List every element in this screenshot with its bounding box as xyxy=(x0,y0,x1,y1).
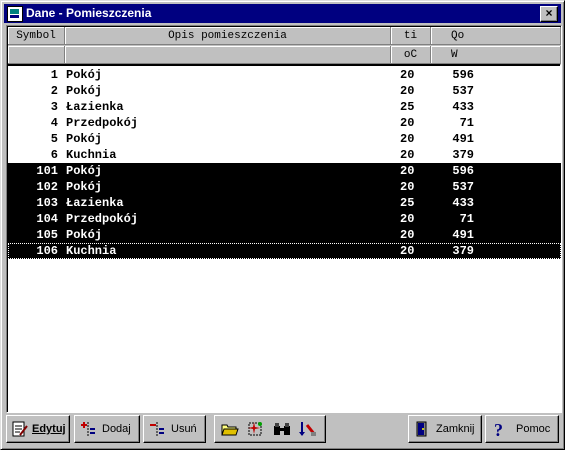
tools-group xyxy=(214,415,326,443)
cell-opis: Przedpokój xyxy=(66,212,139,226)
grid-rows: 1 Pokój 20 596 2 Pokój 20 537 3 Łazienka 25 433 4 Prz… xyxy=(8,67,561,259)
header-qo[interactable]: Qo xyxy=(431,27,561,45)
table-row[interactable]: 106 Kuchnia 20 379 xyxy=(8,243,561,259)
header-symbol[interactable]: Symbol xyxy=(8,27,65,45)
header-ti-unit: oC xyxy=(391,46,431,64)
cell-symbol: 6 xyxy=(50,148,58,162)
cell-qo: 537 xyxy=(452,180,474,194)
cell-qo: 71 xyxy=(459,212,474,226)
table-row[interactable]: 101 Pokój 20 596 xyxy=(8,163,561,179)
cell-symbol: 105 xyxy=(36,228,58,242)
cell-opis: Pokój xyxy=(66,68,103,82)
cell-ti: 25 xyxy=(400,100,415,114)
cell-opis: Łazienka xyxy=(66,196,124,210)
header-qo-unit: W xyxy=(431,46,561,64)
table-row[interactable]: 2 Pokój 20 537 xyxy=(8,83,561,99)
cell-opis: Kuchnia xyxy=(66,244,117,258)
cell-opis: Pokój xyxy=(66,228,103,242)
cell-symbol: 2 xyxy=(50,84,58,98)
edit-icon xyxy=(12,421,28,437)
header-ti[interactable]: ti xyxy=(391,27,431,45)
window-title: Dane - Pomieszczenia xyxy=(26,6,152,20)
cell-qo: 596 xyxy=(452,164,474,178)
bottom-toolbar: Edytuj Dodaj Usuń Zamknij ? Pomoc xyxy=(4,414,561,446)
table-row[interactable]: 5 Pokój 20 491 xyxy=(8,131,561,147)
zamknij-button[interactable]: Zamknij xyxy=(408,415,482,443)
cell-symbol: 102 xyxy=(36,180,58,194)
table-row[interactable]: 4 Przedpokój 20 71 xyxy=(8,115,561,131)
sort-icon[interactable] xyxy=(298,420,318,438)
cell-qo: 596 xyxy=(452,68,474,82)
cell-ti: 20 xyxy=(400,180,415,194)
usun-button[interactable]: Usuń xyxy=(143,415,206,443)
cell-symbol: 4 xyxy=(50,116,58,130)
open-folder-icon[interactable] xyxy=(220,420,240,438)
table-row[interactable]: 105 Pokój 20 491 xyxy=(8,227,561,243)
cell-ti: 20 xyxy=(400,244,415,258)
cell-ti: 20 xyxy=(400,116,415,130)
close-button[interactable]: × xyxy=(540,6,558,22)
delete-icon xyxy=(150,422,164,436)
cell-ti: 20 xyxy=(400,68,415,82)
table-row[interactable]: 6 Kuchnia 20 379 xyxy=(8,147,561,163)
cell-qo: 379 xyxy=(452,148,474,162)
add-icon xyxy=(81,422,95,436)
table-row[interactable]: 103 Łazienka 25 433 xyxy=(8,195,561,211)
pomoc-button[interactable]: ? Pomoc xyxy=(485,415,559,443)
header-symbol-unit xyxy=(8,46,65,64)
cell-symbol: 103 xyxy=(36,196,58,210)
cell-opis: Pokój xyxy=(66,180,103,194)
cell-symbol: 5 xyxy=(50,132,58,146)
edytuj-button[interactable]: Edytuj xyxy=(6,415,70,443)
cell-opis: Pokój xyxy=(66,164,103,178)
cell-ti: 20 xyxy=(400,212,415,226)
grid-header: Symbol Opis pomieszczenia ti Qo oC W xyxy=(8,27,561,65)
cell-opis: Pokój xyxy=(66,84,103,98)
cell-qo: 433 xyxy=(452,196,474,210)
cell-qo: 379 xyxy=(452,244,474,258)
header-divider xyxy=(7,64,560,66)
cell-qo: 433 xyxy=(452,100,474,114)
dodaj-button[interactable]: Dodaj xyxy=(74,415,140,443)
header-opis-unit xyxy=(65,46,391,64)
svg-text:?: ? xyxy=(494,420,503,438)
cell-ti: 25 xyxy=(400,196,415,210)
cell-ti: 20 xyxy=(400,132,415,146)
header-opis[interactable]: Opis pomieszczenia xyxy=(65,27,391,45)
rooms-grid[interactable]: Symbol Opis pomieszczenia ti Qo oC W 1 Po… xyxy=(6,25,562,413)
cell-opis: Przedpokój xyxy=(66,116,139,130)
close-door-icon xyxy=(416,421,427,437)
table-row[interactable]: 102 Pokój 20 537 xyxy=(8,179,561,195)
cell-ti: 20 xyxy=(400,228,415,242)
cell-symbol: 101 xyxy=(36,164,58,178)
select-icon[interactable] xyxy=(246,420,266,438)
cell-symbol: 1 xyxy=(50,68,58,82)
cell-qo: 537 xyxy=(452,84,474,98)
cell-symbol: 104 xyxy=(36,212,58,226)
cell-ti: 20 xyxy=(400,148,415,162)
table-row[interactable]: 3 Łazienka 25 433 xyxy=(8,99,561,115)
find-binoculars-icon[interactable] xyxy=(272,420,292,438)
app-icon xyxy=(7,6,23,22)
help-icon: ? xyxy=(494,420,503,438)
cell-opis: Łazienka xyxy=(66,100,124,114)
cell-opis: Kuchnia xyxy=(66,148,117,162)
cell-symbol: 106 xyxy=(36,244,58,258)
title-bar[interactable]: Dane - Pomieszczenia × xyxy=(4,4,561,23)
cell-ti: 20 xyxy=(400,84,415,98)
cell-ti: 20 xyxy=(400,164,415,178)
dialog-window: Dane - Pomieszczenia × Symbol Opis pomie… xyxy=(0,0,565,450)
cell-opis: Pokój xyxy=(66,132,103,146)
cell-symbol: 3 xyxy=(50,100,58,114)
cell-qo: 491 xyxy=(452,228,474,242)
cell-qo: 71 xyxy=(459,116,474,130)
table-row[interactable]: 104 Przedpokój 20 71 xyxy=(8,211,561,227)
table-row[interactable]: 1 Pokój 20 596 xyxy=(8,67,561,83)
cell-qo: 491 xyxy=(452,132,474,146)
